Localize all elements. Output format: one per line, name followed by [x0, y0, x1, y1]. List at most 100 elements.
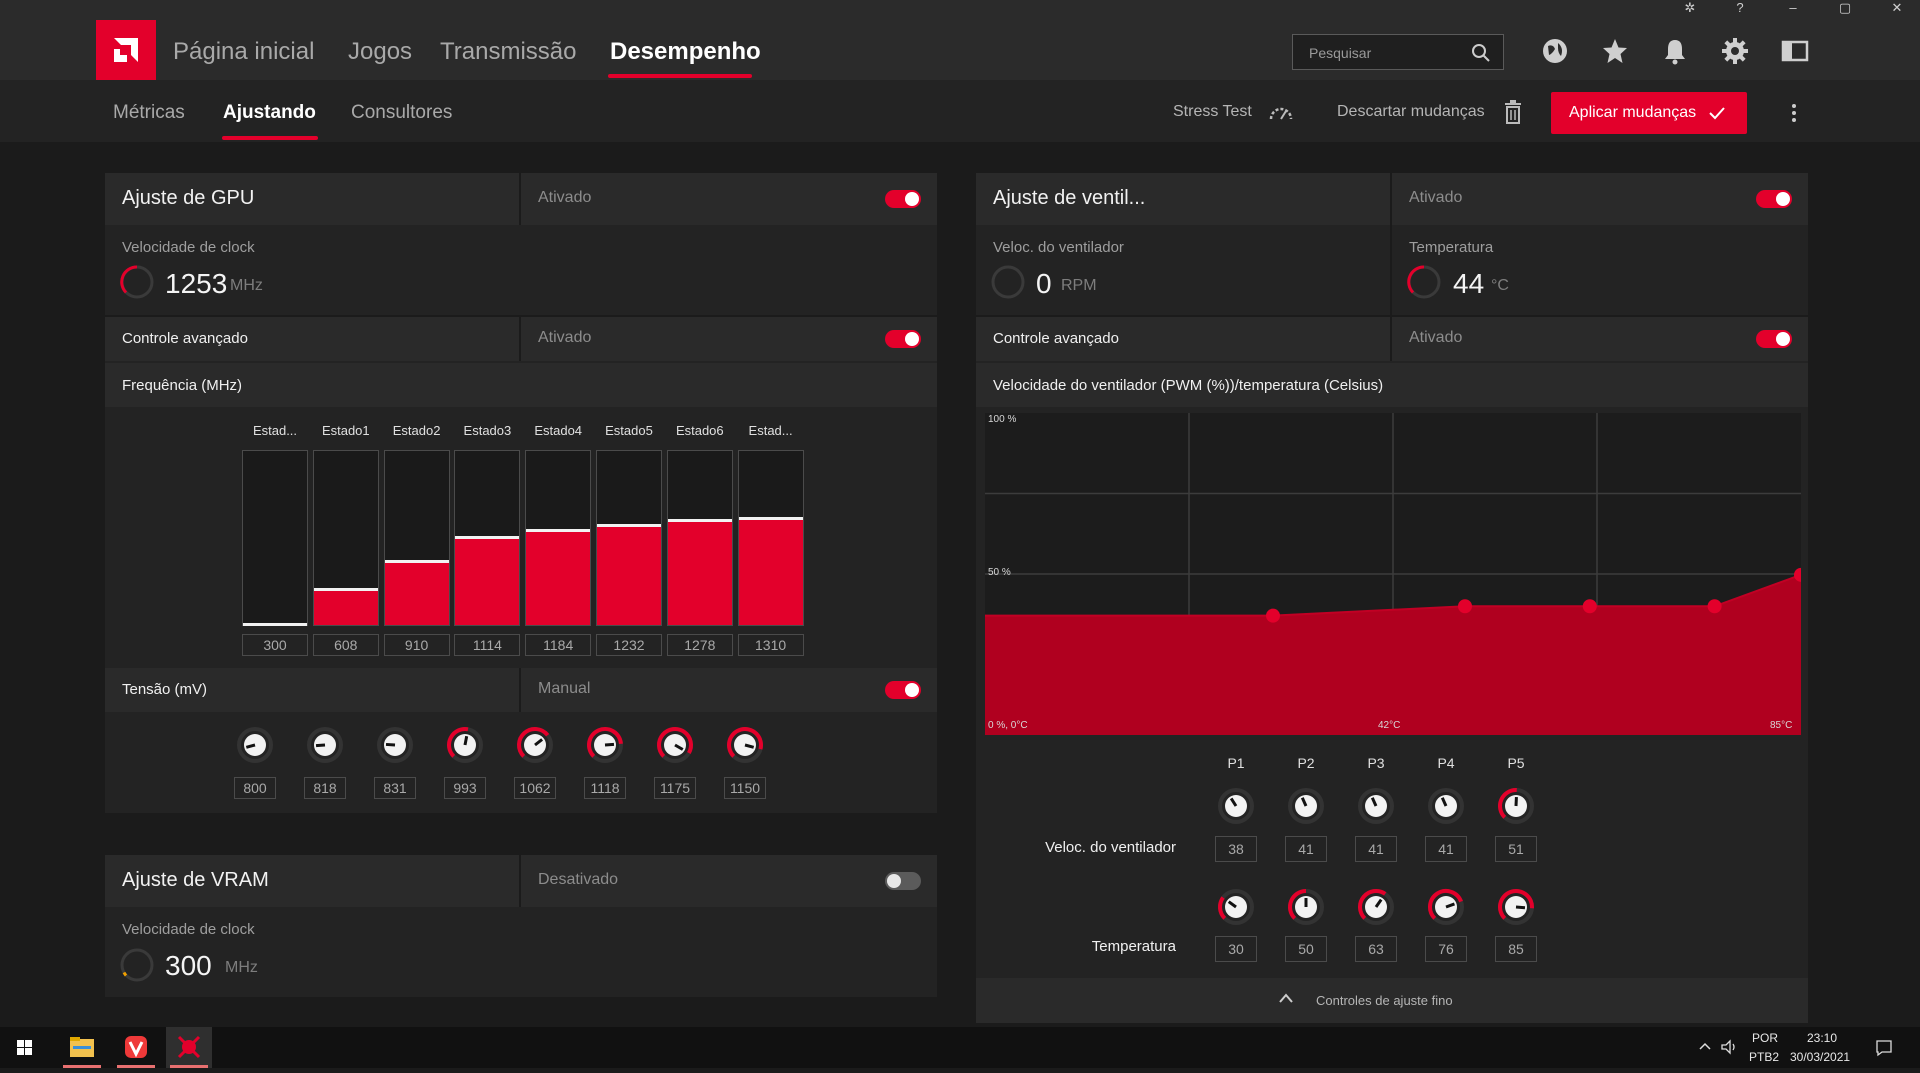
fan-speed-knob[interactable]	[1355, 785, 1397, 827]
chevron-up-icon[interactable]	[1278, 992, 1294, 1004]
fan-speed-value-input[interactable]: 51	[1495, 836, 1537, 862]
frequency-value-input[interactable]: 608	[313, 634, 379, 656]
frequency-slider-handle[interactable]	[314, 588, 378, 591]
frequency-slider[interactable]	[242, 450, 308, 626]
frequency-value-input[interactable]: 1232	[596, 634, 662, 656]
globe-icon[interactable]	[1540, 36, 1570, 66]
fan-curve-point[interactable]	[1583, 599, 1597, 613]
frequency-slider-handle[interactable]	[385, 560, 449, 563]
star-icon[interactable]	[1600, 36, 1630, 66]
temperature-knob[interactable]	[1355, 886, 1397, 928]
frequency-slider[interactable]	[738, 450, 804, 626]
voltage-value-input[interactable]: 800	[234, 777, 276, 799]
clock-time[interactable]: 23:10	[1807, 1031, 1837, 1045]
temperature-value-input[interactable]: 76	[1425, 936, 1467, 962]
voltage-value-input[interactable]: 1150	[724, 777, 766, 799]
temperature-knob[interactable]	[1215, 886, 1257, 928]
nav-streaming[interactable]: Transmissão	[440, 38, 576, 66]
fan-speed-knob[interactable]	[1285, 785, 1327, 827]
keyboard-layout[interactable]: PTB2	[1749, 1050, 1779, 1064]
nav-performance[interactable]: Desempenho	[610, 38, 761, 66]
temperature-value-input[interactable]: 30	[1215, 936, 1257, 962]
frequency-slider[interactable]	[454, 450, 520, 626]
voltage-knob[interactable]	[234, 724, 276, 766]
voltage-knob[interactable]	[724, 724, 766, 766]
nav-games[interactable]: Jogos	[348, 38, 412, 66]
tab-advisors[interactable]: Consultores	[351, 102, 452, 124]
fan-speed-value-input[interactable]: 41	[1285, 836, 1327, 862]
fan-speed-knob[interactable]	[1215, 785, 1257, 827]
voltage-value-input[interactable]: 1175	[654, 777, 696, 799]
volume-icon[interactable]	[1720, 1039, 1738, 1055]
frequency-value-input[interactable]: 1278	[667, 634, 733, 656]
frequency-value-input[interactable]: 910	[384, 634, 450, 656]
temperature-knob[interactable]	[1425, 886, 1467, 928]
frequency-slider[interactable]	[384, 450, 450, 626]
temperature-knob[interactable]	[1285, 886, 1327, 928]
vram-tuning-toggle[interactable]	[885, 872, 921, 890]
windows-start-icon[interactable]	[2, 1027, 48, 1068]
fan-speed-knob[interactable]	[1495, 785, 1537, 827]
frequency-slider[interactable]	[667, 450, 733, 626]
voltage-knob[interactable]	[584, 724, 626, 766]
fine-tune-controls-label[interactable]: Controles de ajuste fino	[1316, 993, 1453, 1008]
advanced-control-toggle[interactable]	[885, 330, 921, 348]
voltage-knob[interactable]	[654, 724, 696, 766]
fan-speed-value-input[interactable]: 41	[1355, 836, 1397, 862]
amd-logo-icon[interactable]	[96, 20, 156, 80]
fan-curve-point[interactable]	[1458, 599, 1472, 613]
discard-changes-button[interactable]: Descartar mudanças	[1337, 103, 1485, 121]
file-explorer-icon[interactable]	[59, 1027, 105, 1068]
voltage-knob[interactable]	[374, 724, 416, 766]
trash-icon[interactable]	[1503, 100, 1523, 124]
maximize-icon[interactable]: ▢	[1830, 0, 1860, 18]
frequency-slider-handle[interactable]	[455, 536, 519, 539]
fan-curve-point[interactable]	[1708, 599, 1722, 613]
fan-tuning-toggle[interactable]	[1756, 190, 1792, 208]
frequency-value-input[interactable]: 1184	[525, 634, 591, 656]
nav-home[interactable]: Página inicial	[173, 38, 314, 66]
vivaldi-browser-icon[interactable]	[113, 1027, 159, 1068]
fan-curve-point[interactable]	[1266, 609, 1280, 623]
amd-software-taskbar-icon[interactable]	[166, 1027, 212, 1068]
frequency-slider[interactable]	[525, 450, 591, 626]
minimize-icon[interactable]: –	[1778, 0, 1808, 18]
frequency-slider-handle[interactable]	[243, 623, 307, 626]
frequency-slider-handle[interactable]	[597, 524, 661, 527]
fan-advanced-control-toggle[interactable]	[1756, 330, 1792, 348]
frequency-slider[interactable]	[313, 450, 379, 626]
fan-speed-knob[interactable]	[1425, 785, 1467, 827]
search-input[interactable]: Pesquisar	[1292, 34, 1504, 70]
gpu-tuning-toggle[interactable]	[885, 190, 921, 208]
frequency-slider-handle[interactable]	[526, 529, 590, 532]
sidebar-toggle-icon[interactable]	[1780, 36, 1810, 66]
voltage-knob[interactable]	[514, 724, 556, 766]
frequency-value-input[interactable]: 300	[242, 634, 308, 656]
close-icon[interactable]: ✕	[1882, 0, 1912, 18]
fan-curve-svg[interactable]	[985, 413, 1801, 735]
temperature-value-input[interactable]: 63	[1355, 936, 1397, 962]
frequency-slider[interactable]	[596, 450, 662, 626]
clock-date[interactable]: 30/03/2021	[1790, 1050, 1850, 1064]
bug-report-icon[interactable]: ✲	[1675, 0, 1705, 18]
voltage-toggle[interactable]	[885, 681, 921, 699]
tab-metrics[interactable]: Métricas	[113, 102, 185, 124]
temperature-value-input[interactable]: 50	[1285, 936, 1327, 962]
tray-chevron-up-icon[interactable]	[1698, 1041, 1712, 1051]
tab-tuning[interactable]: Ajustando	[223, 102, 316, 124]
gear-icon[interactable]	[1720, 36, 1750, 66]
voltage-knob[interactable]	[304, 724, 346, 766]
frequency-value-input[interactable]: 1114	[454, 634, 520, 656]
fan-curve-chart[interactable]: 100 % 50 % 0 %, 0°C 42°C 85°C	[985, 413, 1801, 735]
fan-speed-value-input[interactable]: 41	[1425, 836, 1467, 862]
stress-test-button[interactable]: Stress Test	[1173, 103, 1252, 121]
frequency-slider-handle[interactable]	[668, 519, 732, 522]
fan-speed-value-input[interactable]: 38	[1215, 836, 1257, 862]
voltage-value-input[interactable]: 831	[374, 777, 416, 799]
voltage-value-input[interactable]: 1118	[584, 777, 626, 799]
temperature-value-input[interactable]: 85	[1495, 936, 1537, 962]
frequency-slider-handle[interactable]	[739, 517, 803, 520]
input-language[interactable]: POR	[1752, 1031, 1778, 1045]
voltage-value-input[interactable]: 1062	[514, 777, 556, 799]
frequency-value-input[interactable]: 1310	[738, 634, 804, 656]
